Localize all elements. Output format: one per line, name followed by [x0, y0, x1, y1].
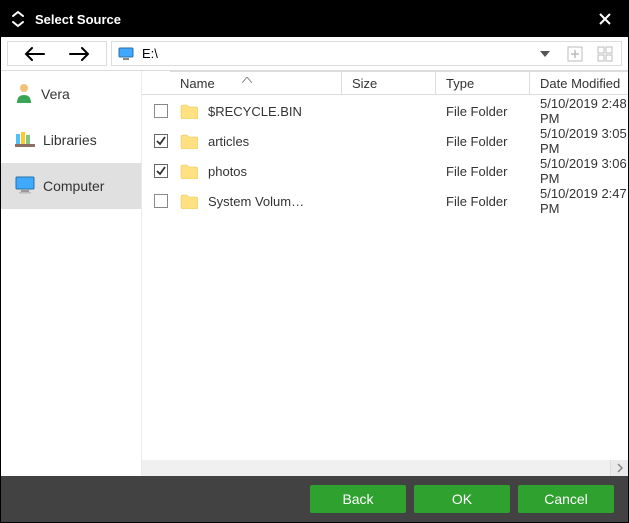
caret-right-icon: [616, 463, 624, 473]
column-size-label: Size: [352, 76, 377, 91]
file-name: System Volum…: [208, 194, 304, 209]
folder-icon: [180, 134, 198, 149]
file-date: 5/10/2019 3:05 PM: [540, 126, 628, 156]
user-icon: [15, 83, 33, 106]
column-name[interactable]: Name: [170, 71, 342, 94]
drive-icon: [118, 47, 134, 61]
file-name: articles: [208, 134, 249, 149]
new-folder-button[interactable]: [565, 44, 585, 64]
back-button[interactable]: Back: [310, 485, 406, 513]
libraries-icon: [15, 130, 35, 151]
app-icon: [9, 10, 27, 28]
file-type: File Folder: [446, 134, 507, 149]
sidebar-item-label: Libraries: [43, 132, 97, 148]
nav-back-button[interactable]: [24, 47, 46, 61]
file-header: Name Size Type Date Modified: [142, 71, 628, 95]
close-button[interactable]: [590, 1, 620, 37]
footer: Back OK Cancel: [1, 476, 628, 522]
file-type: File Folder: [446, 104, 507, 119]
titlebar: Select Source: [1, 1, 628, 37]
close-icon: [597, 11, 613, 27]
file-date: 5/10/2019 2:48 PM: [540, 96, 628, 126]
sidebar-item-label: Computer: [43, 178, 104, 194]
row-checkbox[interactable]: [154, 164, 168, 178]
sort-indicator-icon: [242, 71, 252, 86]
path-text: E:\: [142, 46, 535, 61]
row-checkbox[interactable]: [154, 104, 168, 118]
main-area: Vera Libraries Computer: [1, 71, 628, 476]
folder-icon: [180, 194, 198, 209]
file-date: 5/10/2019 2:47 PM: [540, 186, 628, 216]
file-row[interactable]: $RECYCLE.BIN File Folder 5/10/2019 2:48 …: [142, 95, 628, 125]
column-type[interactable]: Type: [436, 71, 530, 94]
file-row[interactable]: articles File Folder 5/10/2019 3:05 PM: [142, 125, 628, 155]
path-dropdown-button[interactable]: [535, 44, 555, 64]
column-date[interactable]: Date Modified: [530, 71, 628, 94]
file-date: 5/10/2019 3:06 PM: [540, 156, 628, 186]
row-checkbox[interactable]: [154, 194, 168, 208]
arrow-right-icon: [68, 47, 90, 61]
sidebar: Vera Libraries Computer: [1, 71, 141, 476]
file-type: File Folder: [446, 164, 507, 179]
file-name: photos: [208, 164, 247, 179]
sidebar-item-computer[interactable]: Computer: [1, 163, 141, 209]
horizontal-scrollbar[interactable]: [142, 460, 628, 476]
sidebar-item-libraries[interactable]: Libraries: [1, 117, 141, 163]
arrow-left-icon: [24, 47, 46, 61]
nav-box: [7, 41, 107, 66]
ok-button[interactable]: OK: [414, 485, 510, 513]
cancel-button[interactable]: Cancel: [518, 485, 614, 513]
column-type-label: Type: [446, 76, 474, 91]
column-size[interactable]: Size: [342, 71, 436, 94]
nav-forward-button[interactable]: [68, 47, 90, 61]
plus-box-icon: [567, 46, 583, 62]
column-name-label: Name: [180, 76, 215, 91]
chevron-down-icon: [540, 51, 550, 57]
check-icon: [155, 135, 167, 147]
folder-icon: [180, 164, 198, 179]
check-icon: [155, 165, 167, 177]
file-rows: $RECYCLE.BIN File Folder 5/10/2019 2:48 …: [142, 95, 628, 460]
column-check: [142, 71, 170, 94]
file-row[interactable]: System Volum… File Folder 5/10/2019 2:47…: [142, 185, 628, 215]
path-box[interactable]: E:\: [111, 41, 622, 66]
window-title: Select Source: [35, 12, 590, 27]
column-date-label: Date Modified: [540, 76, 620, 91]
sidebar-item-user[interactable]: Vera: [1, 71, 141, 117]
file-row[interactable]: photos File Folder 5/10/2019 3:06 PM: [142, 155, 628, 185]
scroll-right-button[interactable]: [610, 460, 628, 476]
file-type: File Folder: [446, 194, 507, 209]
sidebar-item-label: Vera: [41, 86, 70, 102]
computer-icon: [15, 176, 35, 197]
file-name: $RECYCLE.BIN: [208, 104, 302, 119]
row-checkbox[interactable]: [154, 134, 168, 148]
toolbar: E:\: [1, 37, 628, 71]
file-area: Name Size Type Date Modified: [141, 71, 628, 476]
view-grid-button[interactable]: [595, 44, 615, 64]
grid-icon: [597, 46, 613, 62]
folder-icon: [180, 104, 198, 119]
